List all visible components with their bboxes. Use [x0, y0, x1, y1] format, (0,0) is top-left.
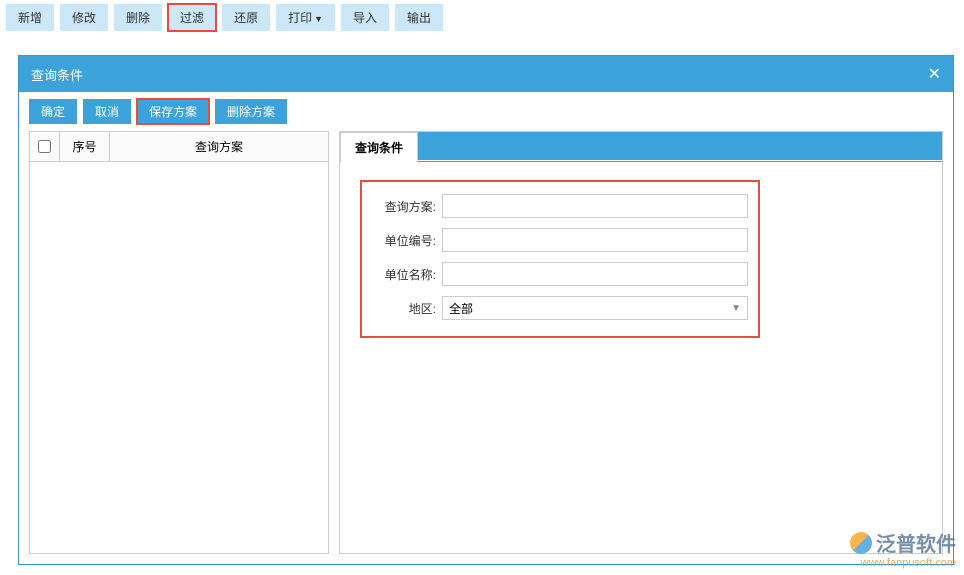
form-box: 查询方案: 单位编号: 单位名称: 地区: 全部	[360, 180, 760, 338]
add-button[interactable]: 新增	[6, 4, 54, 31]
query-dialog: 查询条件 ✕ 确定 取消 保存方案 删除方案 序号 查询方案 查询条件	[18, 55, 954, 565]
condition-panel: 查询条件 查询方案: 单位编号: 单位名称:	[339, 131, 943, 554]
plan-list-body	[30, 162, 328, 553]
select-all-cell	[30, 132, 60, 161]
plan-list-header: 序号 查询方案	[30, 132, 328, 162]
label-unit-name: 单位名称:	[372, 266, 442, 283]
select-region-value: 全部	[449, 300, 473, 317]
dialog-header: 查询条件 ✕	[19, 56, 953, 92]
input-unit-code[interactable]	[442, 228, 748, 252]
print-button[interactable]: 打印▼	[276, 4, 335, 31]
label-unit-code: 单位编号:	[372, 232, 442, 249]
close-icon[interactable]: ✕	[928, 64, 941, 84]
ok-button[interactable]: 确定	[29, 99, 77, 124]
tab-conditions[interactable]: 查询条件	[340, 132, 418, 162]
chevron-down-icon: ▼	[314, 14, 323, 24]
row-unit-name: 单位名称:	[372, 262, 748, 286]
row-unit-code: 单位编号:	[372, 228, 748, 252]
label-plan: 查询方案:	[372, 198, 442, 215]
dialog-title: 查询条件	[31, 65, 83, 84]
input-plan[interactable]	[442, 194, 748, 218]
col-seq: 序号	[60, 132, 110, 161]
chevron-down-icon: ▼	[731, 303, 741, 314]
form-area: 查询方案: 单位编号: 单位名称: 地区: 全部	[340, 162, 942, 356]
filter-button[interactable]: 过滤	[168, 4, 216, 31]
restore-button[interactable]: 还原	[222, 4, 270, 31]
input-unit-name[interactable]	[442, 262, 748, 286]
select-region[interactable]: 全部 ▼	[442, 296, 748, 320]
delete-button[interactable]: 删除	[114, 4, 162, 31]
cancel-button[interactable]: 取消	[83, 99, 131, 124]
save-plan-button[interactable]: 保存方案	[137, 99, 209, 124]
select-all-checkbox[interactable]	[38, 140, 51, 153]
delete-plan-button[interactable]: 删除方案	[215, 99, 287, 124]
import-button[interactable]: 导入	[341, 4, 389, 31]
dialog-body: 序号 查询方案 查询条件 查询方案: 单位编号:	[19, 131, 953, 564]
plan-list-panel: 序号 查询方案	[29, 131, 329, 554]
label-region: 地区:	[372, 300, 442, 317]
tab-filler	[418, 132, 942, 160]
edit-button[interactable]: 修改	[60, 4, 108, 31]
row-plan: 查询方案:	[372, 194, 748, 218]
row-region: 地区: 全部 ▼	[372, 296, 748, 320]
col-plan: 查询方案	[110, 132, 328, 161]
dialog-toolbar: 确定 取消 保存方案 删除方案	[19, 92, 953, 131]
top-toolbar: 新增 修改 删除 过滤 还原 打印▼ 导入 输出	[0, 0, 964, 35]
export-button[interactable]: 输出	[395, 4, 443, 31]
print-label: 打印	[288, 11, 312, 25]
tab-strip: 查询条件	[340, 132, 942, 162]
